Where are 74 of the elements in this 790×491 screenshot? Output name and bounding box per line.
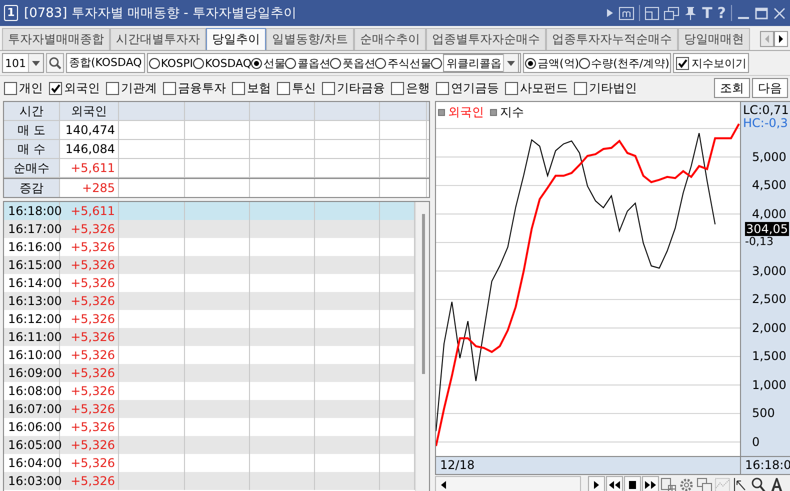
radio-label[interactable]: 콜옵션 [297, 56, 330, 70]
axis-label: 2,000 [752, 320, 786, 335]
market-combo[interactable]: 위클리콜옵 [443, 54, 520, 72]
checkbox-label[interactable]: 개인 [19, 80, 43, 96]
window-title: [0783] 투자자별 매매동향 - 투자자별당일추이 [24, 5, 296, 22]
column-header: 외국인 [60, 102, 119, 120]
table-cell: 140,474 [60, 121, 119, 139]
action-button[interactable]: 다음 [752, 78, 788, 98]
legend-label: 지수 [500, 104, 524, 121]
price-tag: 304,05 [745, 222, 789, 236]
row-label: 매 도 [4, 121, 60, 139]
change-label: -0,13 [745, 236, 774, 247]
checkbox-label[interactable]: 사모펀드 [520, 80, 568, 96]
axis-label: 4,500 [752, 178, 786, 192]
tool-button[interactable]: ? [717, 5, 726, 21]
table-cell: +5,326 [60, 472, 119, 490]
table-cell: +285 [60, 179, 119, 197]
checkbox-label[interactable]: 보험 [247, 80, 271, 96]
tab[interactable]: 업종투자자누적순매수 [546, 28, 678, 50]
tab[interactable]: 투자자별매매종합 [2, 28, 110, 50]
axis-label: 4,000 [752, 206, 786, 221]
radio-label[interactable]: 주식선물 [387, 56, 432, 70]
checkbox-label[interactable]: 은행 [406, 80, 430, 96]
axis-label: 1,000 [752, 378, 786, 392]
table-row[interactable]: 16:05:00 +5,326 [4, 436, 415, 454]
table-row[interactable]: 16:15:00 +5,326 [4, 256, 415, 274]
table-row[interactable]: 16:11:00 +5,326 [4, 328, 415, 346]
table-cell: +5,611 [60, 159, 119, 177]
axis-label: 2,500 [752, 292, 786, 306]
column-header: 시간 [4, 102, 60, 120]
date-label: 12/18 [436, 457, 741, 474]
window-badge: 1 [4, 5, 18, 21]
tool-button[interactable]: T [702, 5, 712, 21]
tab[interactable]: 당일추이 [206, 28, 266, 50]
checkbox-label[interactable]: 기타법인 [589, 80, 637, 96]
axis-label: 5,000 [752, 150, 786, 164]
code-combo[interactable]: 101 [2, 53, 44, 73]
radio-label[interactable]: KOSDAQ [204, 56, 252, 70]
table-row[interactable]: 16:17:00 +5,326 [4, 220, 415, 238]
lc-label: LC:0,71 [743, 103, 789, 117]
radio-label[interactable]: 선물 [263, 56, 286, 70]
legend-label: 외국인 [448, 104, 484, 121]
table-row[interactable]: 16:09:00 +5,326 [4, 364, 415, 382]
radio-label[interactable]: 금액(억) [537, 56, 580, 70]
checkbox-label[interactable]: 기타금융 [337, 80, 385, 96]
tab[interactable]: 일별동향/차트 [266, 28, 354, 50]
name-field[interactable]: 종합(KOSDAQ [66, 53, 145, 73]
checkbox-label[interactable]: 기관계 [121, 80, 157, 96]
axis-label: 3,000 [752, 264, 786, 278]
row-label: 매 수 [4, 140, 60, 158]
table-row[interactable]: 16:07:00 +5,326 [4, 400, 415, 418]
radio-label[interactable]: 풋옵션 [342, 56, 376, 70]
row-label: 순매수 [4, 159, 60, 177]
checkbox-label[interactable]: 연기금등 [451, 80, 499, 96]
checkbox-label[interactable]: 투신 [292, 80, 316, 96]
tab[interactable]: 업종별투자자순매수 [426, 28, 546, 50]
axis-label: 1,500 [752, 349, 786, 364]
table-cell: 16:03:00 [4, 472, 60, 490]
axis-label: 500 [752, 406, 775, 420]
tab[interactable]: 순매수추이 [354, 28, 426, 50]
row-label: 증감 [4, 179, 60, 197]
hc-label: HC:-0,3 [743, 116, 788, 130]
table-cell: 146,084 [60, 140, 119, 158]
axis-label: 0 [752, 434, 760, 449]
table-row[interactable]: 16:13:00 +5,326 [4, 292, 415, 310]
tab[interactable]: 당일매매현 [678, 28, 750, 50]
tab[interactable]: 시간대별투자자 [110, 28, 206, 50]
radio-label[interactable]: 수량(천주/계약) [591, 56, 670, 70]
checkbox-label[interactable]: 외국인 [64, 80, 100, 96]
table-row[interactable]: 16:03:00 +5,326 [4, 472, 415, 490]
checkbox-label[interactable]: 금융투자 [178, 80, 226, 96]
action-button[interactable]: 조회 [714, 78, 750, 98]
radio-label[interactable]: KOSPI [160, 56, 193, 70]
table-row[interactable]: 16:18:00 +5,611 [4, 202, 415, 220]
